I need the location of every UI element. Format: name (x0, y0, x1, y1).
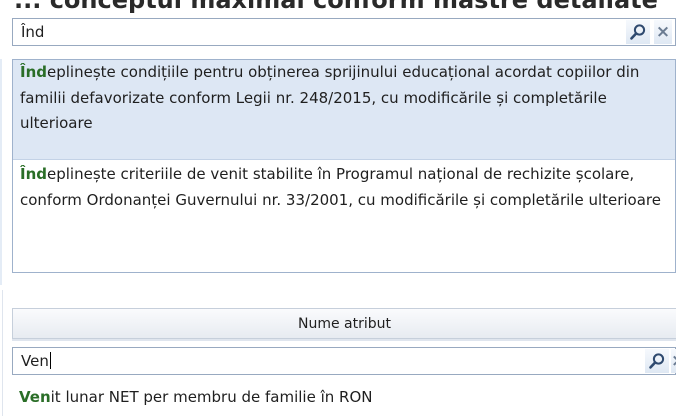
column-header-label: Nume atribut (297, 315, 391, 332)
filtered-result-item[interactable]: Venit lunar NET per membru de familie în… (12, 382, 676, 412)
panel-divider (2, 290, 3, 416)
suggestion-match: Înd (20, 165, 47, 183)
suggestion-text: eplinește criteriile de venit stabilite … (20, 165, 661, 209)
text-caret (49, 352, 51, 369)
clipped-heading: ... conceptul maximal conform mastre det… (0, 0, 676, 13)
header-separator (12, 339, 676, 341)
clear-button[interactable]: × (654, 20, 672, 44)
filter-clear-button[interactable]: × (671, 349, 676, 373)
suggestion-item-1[interactable]: Îndeplinește condițiile pentru obținerea… (13, 60, 675, 160)
result-match: Ven (19, 388, 51, 406)
suggestion-match: Înd (20, 63, 47, 81)
filter-search-button[interactable] (645, 349, 669, 373)
close-icon: × (671, 351, 676, 371)
list-left-edge (0, 59, 2, 285)
search-button[interactable] (626, 20, 650, 44)
suggestion-item-2[interactable]: Îndeplinește criteriile de venit stabili… (13, 162, 675, 272)
attribute-name-filter-field[interactable]: Ven × (12, 347, 676, 375)
column-header-attribute-name[interactable]: Nume atribut (12, 308, 676, 339)
attribute-value-search-field[interactable]: Înd × (12, 18, 676, 46)
result-text: it lunar NET per membru de familie în RO… (50, 388, 373, 406)
clipped-heading-text: ... conceptul maximal conform mastre det… (14, 0, 658, 13)
filter-input[interactable]: Ven (21, 352, 51, 370)
close-icon: × (655, 22, 671, 42)
magnifier-icon (630, 24, 646, 40)
search-input[interactable]: Înd (21, 23, 44, 41)
suggestion-text: eplinește condițiile pentru obținerea sp… (20, 63, 640, 132)
autocomplete-dropdown: Îndeplinește condițiile pentru obținerea… (12, 59, 676, 273)
magnifier-icon (649, 353, 665, 369)
